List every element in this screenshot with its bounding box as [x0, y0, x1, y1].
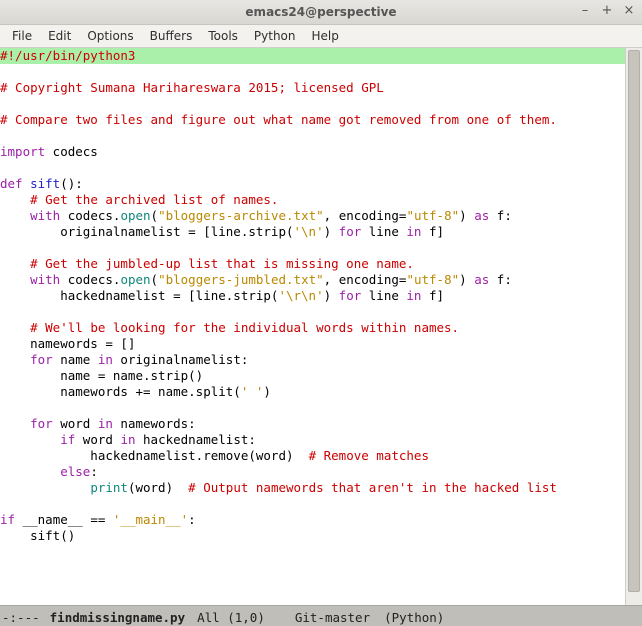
kw-import: import — [0, 144, 45, 159]
comment: # Get the jumbled-up list that is missin… — [30, 256, 414, 271]
menu-options[interactable]: Options — [79, 27, 141, 45]
modeline-state: -:--- — [2, 610, 40, 625]
func-name: sift — [30, 176, 60, 191]
modeline-mode: (Python) — [384, 610, 444, 625]
kw-def: def — [0, 176, 23, 191]
code-editor[interactable]: #!/usr/bin/python3 # Copyright Sumana Ha… — [0, 48, 625, 605]
menu-help[interactable]: Help — [304, 27, 347, 45]
comment: # Get the archived list of names. — [30, 192, 278, 207]
menu-tools[interactable]: Tools — [200, 27, 246, 45]
window-title: emacs24@perspective — [0, 5, 642, 19]
comment: # We'll be looking for the individual wo… — [30, 320, 459, 335]
menu-python[interactable]: Python — [246, 27, 304, 45]
code-line: #!/usr/bin/python3 — [0, 48, 135, 63]
close-icon[interactable]: × — [620, 3, 638, 21]
modeline-vc: Git-master — [295, 610, 370, 625]
menu-edit[interactable]: Edit — [40, 27, 79, 45]
scrollbar[interactable] — [625, 48, 642, 605]
window-buttons: – + × — [576, 3, 638, 21]
modeline: -:--- findmissingname.py All (1,0) Git-m… — [0, 605, 642, 626]
editor-pane: #!/usr/bin/python3 # Copyright Sumana Ha… — [0, 48, 642, 605]
menu-buffers[interactable]: Buffers — [142, 27, 201, 45]
scrollbar-thumb[interactable] — [628, 50, 640, 592]
minimize-icon[interactable]: – — [576, 3, 594, 21]
maximize-icon[interactable]: + — [598, 3, 616, 21]
comment: # Output namewords that aren't in the ha… — [188, 480, 557, 495]
code-line: # Compare two files and figure out what … — [0, 112, 557, 127]
modeline-pos: All (1,0) — [197, 610, 265, 625]
menubar: File Edit Options Buffers Tools Python H… — [0, 25, 642, 48]
comment: # Remove matches — [309, 448, 429, 463]
titlebar: emacs24@perspective – + × — [0, 0, 642, 25]
modeline-filename: findmissingname.py — [40, 610, 197, 625]
code-line: # Copyright Sumana Harihareswara 2015; l… — [0, 80, 384, 95]
menu-file[interactable]: File — [4, 27, 40, 45]
